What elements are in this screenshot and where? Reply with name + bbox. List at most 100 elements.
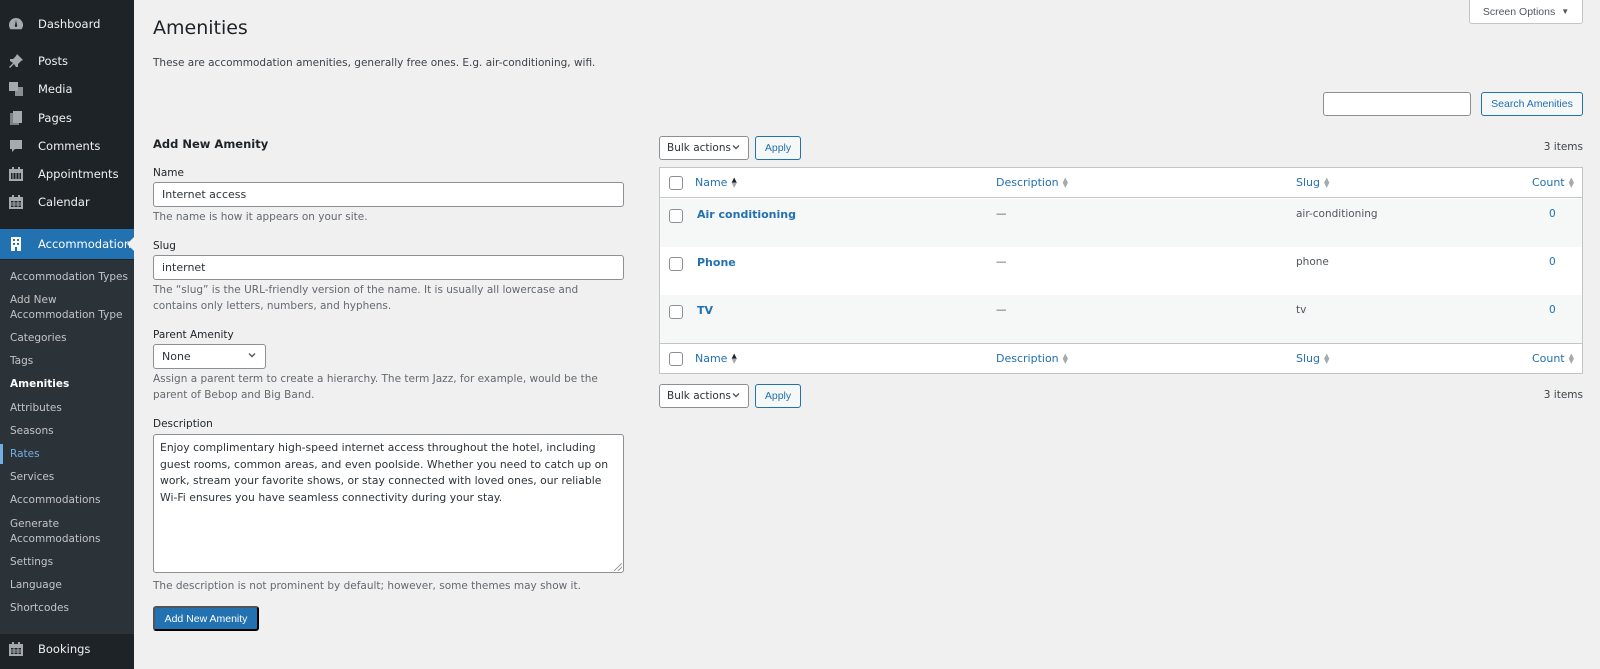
column-label: Slug	[1296, 176, 1320, 189]
sidebar-item-appointments[interactable]: Appointments	[0, 160, 134, 188]
submenu-settings[interactable]: Settings	[10, 555, 53, 570]
table-header: Name ▲ ▼ Description ▲ ▼ Slug ▲ ▼ Count ▲ ▼	[660, 168, 1582, 198]
screen-options-button[interactable]: Screen Options ▼	[1469, 0, 1583, 24]
column-label: Description	[996, 176, 1059, 189]
bulk-actions-label: Bulk actions	[667, 142, 731, 154]
items-count-bottom: 3 items	[1543, 389, 1583, 401]
sort-icon: ▲ ▼	[1062, 351, 1069, 365]
sidebar-item-label: Dashboard	[38, 17, 101, 31]
table-row: TV — tv 0	[660, 295, 1582, 343]
sidebar-item-label: Calendar	[38, 195, 90, 209]
page-title: Amenities	[153, 17, 248, 39]
parent-amenity-select[interactable]: None	[153, 344, 266, 369]
column-footer-description[interactable]: Description ▲ ▼	[996, 352, 1068, 365]
sidebar-item-dashboard[interactable]: Dashboard	[0, 10, 134, 38]
row-checkbox[interactable]	[669, 305, 683, 319]
column-header-slug[interactable]: Slug ▲ ▼	[1296, 176, 1329, 189]
submenu-amenities[interactable]: Amenities	[10, 377, 69, 392]
name-help: The name is how it appears on your site.	[153, 211, 368, 223]
column-footer-count[interactable]: Count ▲ ▼	[1532, 352, 1574, 365]
sort-icon: ▲ ▼	[1062, 175, 1069, 189]
apply-button-bottom[interactable]: Apply	[755, 384, 801, 408]
row-count-link[interactable]: 0	[1549, 208, 1556, 220]
submenu-label-line: Accommodation Type	[10, 309, 123, 321]
amenities-table: Name ▲ ▼ Description ▲ ▼ Slug ▲ ▼ Count ▲ ▼ …	[659, 167, 1583, 374]
add-new-amenity-button[interactable]: Add New Amenity	[153, 606, 259, 631]
row-description: —	[996, 208, 1007, 220]
row-checkbox[interactable]	[669, 257, 683, 271]
column-header-name[interactable]: Name ▲ ▼	[695, 176, 737, 189]
sidebar-item-label: Accommodation	[38, 237, 132, 251]
search-input[interactable]	[1323, 92, 1471, 116]
submenu-language[interactable]: Language	[10, 578, 62, 593]
parent-label: Parent Amenity	[153, 329, 234, 341]
sidebar-item-accommodation[interactable]: Accommodation	[0, 229, 134, 259]
resize-handle-icon[interactable]	[614, 563, 622, 571]
submenu-shortcodes[interactable]: Shortcodes	[10, 601, 69, 616]
submenu-categories[interactable]: Categories	[10, 331, 67, 346]
select-all-checkbox[interactable]	[669, 176, 683, 190]
column-footer-name[interactable]: Name ▲ ▼	[695, 352, 737, 365]
row-slug: air-conditioning	[1296, 208, 1378, 220]
submenu-seasons[interactable]: Seasons	[10, 424, 54, 439]
submenu-add-new-accommodation-type[interactable]: Add New Accommodation Type	[10, 293, 123, 323]
submenu-attributes[interactable]: Attributes	[10, 401, 62, 416]
parent-help: Assign a parent term to create a hierarc…	[153, 373, 598, 401]
sidebar-item-comments[interactable]: Comments	[0, 132, 134, 160]
building-icon	[8, 236, 24, 252]
submenu-rates[interactable]: Rates	[10, 447, 40, 462]
description-textarea[interactable]: Enjoy complimentary high-speed internet …	[153, 434, 624, 573]
submenu-accommodation-types[interactable]: Accommodation Types	[10, 270, 128, 285]
admin-sidebar: Dashboard Posts Media Pages Comments App…	[0, 0, 134, 669]
sidebar-item-pages[interactable]: Pages	[0, 104, 134, 132]
row-name-link[interactable]: Phone	[697, 256, 736, 269]
slug-input[interactable]: internet	[153, 255, 624, 280]
row-name-link[interactable]: Air conditioning	[697, 208, 796, 221]
sidebar-item-media[interactable]: Media	[0, 75, 134, 103]
select-all-checkbox-footer[interactable]	[669, 352, 683, 366]
accommodation-submenu: Accommodation Types Add New Accommodatio…	[0, 260, 134, 634]
parent-select-value: None	[162, 350, 191, 363]
table-row: Phone — phone 0	[660, 247, 1582, 295]
sort-icon: ▲ ▼	[731, 351, 737, 365]
submenu-tags[interactable]: Tags	[10, 354, 33, 369]
sidebar-item-label: Pages	[38, 111, 72, 125]
sidebar-item-label: Appointments	[38, 167, 119, 181]
media-icon	[8, 81, 24, 97]
calendar-icon	[8, 166, 24, 182]
row-description: —	[996, 256, 1007, 268]
sidebar-item-posts[interactable]: Posts	[0, 47, 134, 75]
sidebar-item-calendar[interactable]: Calendar	[0, 188, 134, 216]
sidebar-item-label: Media	[38, 82, 73, 96]
sidebar-item-bookings[interactable]: Bookings	[0, 634, 134, 664]
column-label: Count	[1531, 176, 1565, 189]
table-row: Air conditioning — air-conditioning 0	[660, 199, 1582, 247]
row-count-link[interactable]: 0	[1549, 304, 1556, 316]
pages-icon	[8, 110, 24, 126]
bulk-actions-select-bottom[interactable]: Bulk actions	[659, 384, 749, 408]
form-title: Add New Amenity	[153, 137, 269, 151]
submenu-generate-accommodations[interactable]: Generate Accommodations	[10, 517, 101, 547]
row-slug: tv	[1296, 304, 1307, 316]
dashboard-icon	[8, 16, 24, 32]
row-checkbox[interactable]	[669, 209, 683, 223]
name-input[interactable]: Internet access	[153, 182, 624, 207]
submenu-accommodations[interactable]: Accommodations	[10, 493, 101, 508]
row-count-link[interactable]: 0	[1549, 256, 1556, 268]
column-label: Name	[695, 176, 728, 189]
search-amenities-button[interactable]: Search Amenities	[1481, 92, 1583, 116]
chevron-down-icon	[731, 390, 741, 403]
sidebar-item-label: Comments	[38, 139, 101, 153]
bulk-actions-select-top[interactable]: Bulk actions	[659, 136, 749, 160]
description-help: The description is not prominent by defa…	[153, 580, 581, 592]
calendar-icon	[8, 194, 24, 210]
submenu-label-line: Generate	[10, 518, 60, 530]
column-header-description[interactable]: Description ▲ ▼	[996, 176, 1068, 189]
page-description: These are accommodation amenities, gener…	[153, 57, 596, 69]
row-name-link[interactable]: TV	[697, 304, 713, 317]
apply-button-top[interactable]: Apply	[755, 136, 801, 160]
column-header-count[interactable]: Count ▲ ▼	[1532, 176, 1574, 189]
column-footer-slug[interactable]: Slug ▲ ▼	[1296, 352, 1329, 365]
slug-label: Slug	[153, 240, 176, 252]
submenu-services[interactable]: Services	[10, 470, 54, 485]
